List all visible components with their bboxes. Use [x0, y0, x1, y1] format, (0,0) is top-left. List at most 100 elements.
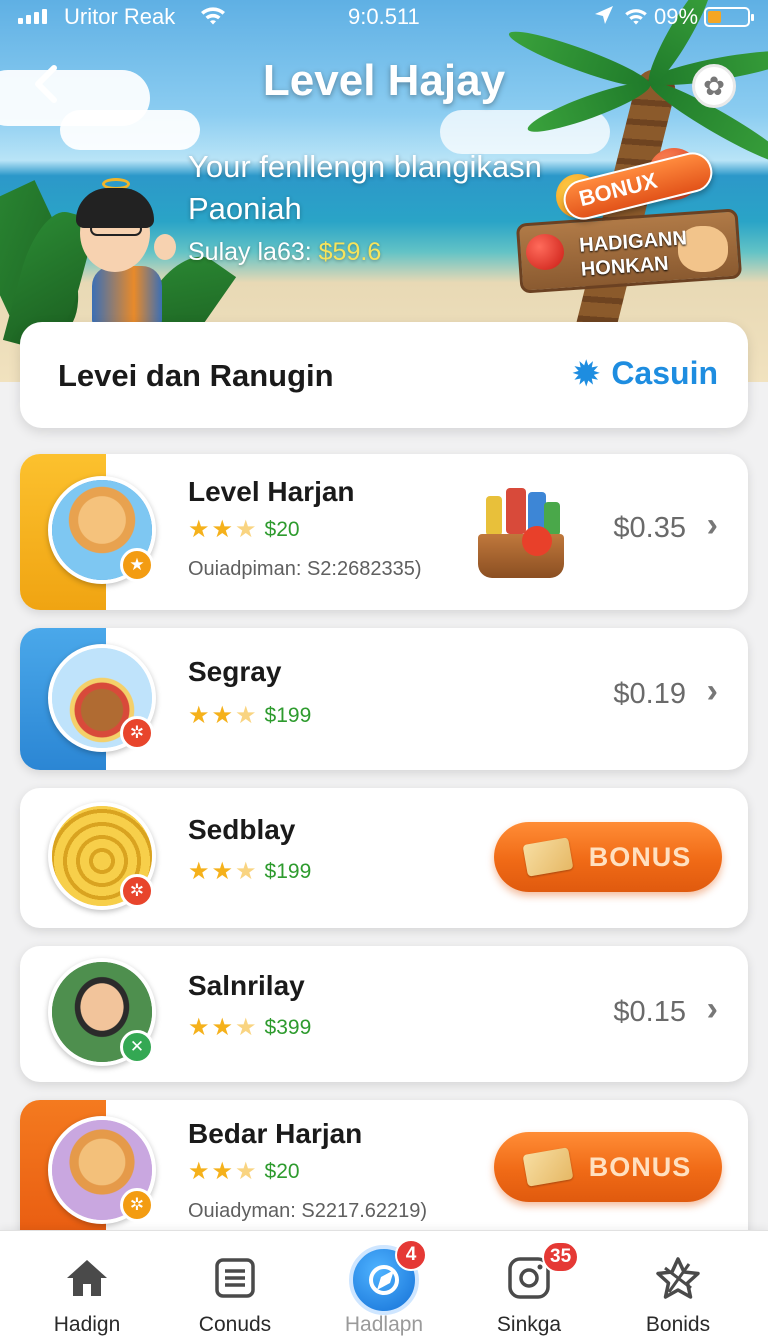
header-subtitle: Your fenllengn blangikasn Paoniah	[188, 149, 542, 226]
section-title: Levei dan Ranugin	[58, 358, 334, 393]
bonus-button[interactable]: BONUS	[494, 1132, 722, 1202]
balance-label: Sulay la63:	[188, 238, 312, 266]
mascot-character	[72, 178, 176, 326]
nav-label: Bonids	[645, 1313, 711, 1336]
star-icon: ★	[211, 516, 234, 543]
star-icon: ★	[188, 858, 210, 885]
chevron-right-icon[interactable]: ›	[707, 990, 718, 1029]
avatar: ✲	[48, 1116, 156, 1224]
item-price: $399	[264, 1016, 312, 1039]
nav-label: Hadign	[53, 1313, 121, 1336]
star-icon	[653, 1253, 703, 1303]
status-bar: Uritor Reak 9:0.511 09%	[0, 0, 768, 34]
section-header: Levei dan Ranugin ✹ Casuin	[20, 322, 748, 428]
nav-label: Sinkga	[496, 1313, 562, 1336]
nav-label: Conuds	[198, 1313, 272, 1336]
star-badge-icon: ★	[120, 548, 154, 582]
notification-badge: 4	[395, 1239, 427, 1271]
bonus-button-label: BONUS	[588, 1151, 692, 1182]
carrier-name: Uritor Reak	[64, 4, 176, 29]
item-price: $20	[264, 518, 300, 541]
list-item[interactable]: ✲ Segray ★ ★ ★ $199 $0.19 ›	[20, 628, 748, 770]
badge-icon: ✲	[120, 874, 154, 908]
item-meta: Ouiadyman: S2217.62219)	[188, 1200, 428, 1222]
avatar: ✕	[48, 958, 156, 1066]
nav-item-home[interactable]: Hadign	[12, 1231, 162, 1344]
avatar: ✲	[48, 644, 156, 752]
item-price: $199	[264, 704, 312, 727]
bottom-nav: Hadign Conuds 4 Hadlapn 35 Sinkga Bonids	[0, 1230, 768, 1344]
list-item[interactable]: ★ Level Harjan ★ ★ ★ $20 Ouiadpiman: S2:26…	[20, 454, 748, 610]
item-price: $20	[264, 1160, 300, 1183]
nav-item-bonids[interactable]: Bonids	[603, 1231, 753, 1344]
cloud-decoration	[60, 110, 200, 150]
settings-button[interactable]: ✿	[692, 64, 736, 108]
item-rating: ★ ★ ★ $199	[188, 704, 311, 728]
gear-icon: ✿	[703, 70, 725, 101]
item-meta: Ouiadpiman: S2:26​82335)	[188, 558, 422, 580]
item-rating: ★ ★ ★ $20	[188, 518, 300, 542]
page-title: Level Hajay	[262, 56, 506, 105]
chevron-right-icon[interactable]: ›	[707, 672, 718, 711]
star-icon: ★	[235, 858, 257, 885]
notification-badge: 35	[542, 1241, 580, 1273]
signal-icon	[18, 9, 47, 24]
star-icon: ★	[211, 1014, 234, 1041]
battery-percent: 09%	[654, 4, 699, 29]
list-item[interactable]: ✲ Sedblay ★ ★ ★ $199 BONUS	[20, 788, 748, 928]
wifi-icon	[200, 5, 226, 31]
chevron-right-icon[interactable]: ›	[707, 506, 718, 545]
bonus-button[interactable]: BONUS	[494, 822, 722, 892]
section-action-label: Casuin	[611, 355, 718, 391]
item-rating: ★ ★ ★ $399	[188, 1016, 311, 1040]
promo-sign-text: HADIGANN HONKAN	[578, 226, 689, 281]
gear-icon: ✹	[571, 352, 602, 394]
item-amount: $0.19	[613, 678, 686, 710]
balance-line: Sulay la63: $59.6	[188, 238, 381, 267]
item-name: Bedar Harjan	[188, 1118, 363, 1149]
bonus-button-label: BONUS	[588, 841, 692, 872]
badge-icon: ✲	[120, 716, 154, 750]
avatar: ★	[48, 476, 156, 584]
list-item[interactable]: ✲ Bedar Harjan ★ ★ ★ $20 Ouiadyman: S2217.…	[20, 1100, 748, 1250]
list-item[interactable]: ✕ Salnrilay ★ ★ ★ $399 $0.15 ›	[20, 946, 748, 1082]
item-name: Sedblay	[188, 814, 296, 845]
star-icon: ★	[235, 1014, 257, 1041]
star-icon: ★	[235, 1158, 257, 1185]
item-rating: ★ ★ ★ $20	[188, 1160, 300, 1184]
clock: 9:0.511	[348, 4, 420, 29]
star-icon: ★	[188, 516, 210, 543]
location-icon	[594, 5, 614, 31]
item-rating: ★ ★ ★ $199	[188, 860, 311, 884]
ticket-icon	[522, 837, 574, 877]
item-name: Salnrilay	[188, 970, 305, 1001]
ticket-icon	[522, 1147, 574, 1187]
nav-item-hadlapn[interactable]: 4 Hadlapn	[309, 1231, 459, 1344]
star-icon: ★	[188, 702, 210, 729]
balance-value: $59.6	[318, 238, 382, 266]
battery-icon	[704, 7, 754, 27]
star-icon: ★	[211, 1158, 234, 1185]
item-price: $199	[264, 860, 312, 883]
section-action-button[interactable]: ✹ Casuin	[571, 355, 718, 392]
list-icon	[210, 1253, 260, 1303]
star-icon: ★	[235, 702, 257, 729]
star-icon: ★	[188, 1158, 210, 1185]
item-amount: $0.35	[613, 512, 686, 544]
gift-basket-icon	[472, 482, 568, 582]
star-icon: ★	[188, 1014, 210, 1041]
badge-icon: ✕	[120, 1030, 154, 1064]
nav-label: Hadlapn	[344, 1313, 424, 1336]
star-icon: ★	[211, 858, 234, 885]
item-name: Level Harjan	[188, 476, 355, 507]
star-icon: ★	[235, 516, 257, 543]
item-name: Segray	[188, 656, 282, 687]
star-icon: ★	[211, 702, 234, 729]
avatar: ✲	[48, 802, 156, 910]
nav-item-sinkga[interactable]: 35 Sinkga	[454, 1231, 604, 1344]
nav-item-conuds[interactable]: Conuds	[160, 1231, 310, 1344]
item-amount: $0.15	[613, 996, 686, 1028]
home-icon	[62, 1253, 112, 1303]
wifi-icon	[624, 5, 648, 31]
badge-icon: ✲	[120, 1188, 154, 1222]
